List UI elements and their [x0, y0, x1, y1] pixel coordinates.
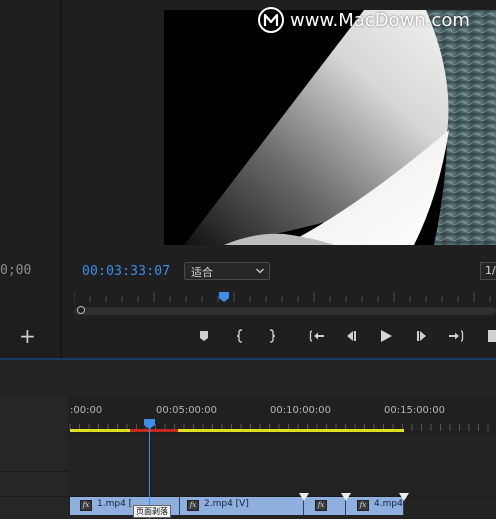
mark-out-icon: [269, 329, 276, 343]
track-v2[interactable]: [68, 471, 496, 497]
go-to-out-icon: [449, 330, 464, 342]
go-to-in-button[interactable]: [307, 326, 327, 346]
fx-badge: fx: [187, 500, 199, 511]
transition-marker-icon[interactable]: [299, 493, 309, 501]
resolution-dropdown[interactable]: 1/: [480, 262, 496, 280]
tooltip: 页面剥落: [133, 505, 171, 518]
export-frame-icon[interactable]: [488, 330, 496, 342]
ruler-label: 00:15:00:00: [384, 405, 446, 416]
add-marker-icon: [200, 331, 208, 341]
work-area-bar[interactable]: [70, 429, 404, 432]
go-to-in-icon: [309, 330, 324, 342]
clip-label: 2.mp4 [V]: [204, 499, 249, 509]
plus-icon[interactable]: +: [19, 326, 36, 346]
fx-badge: fx: [357, 500, 369, 511]
step-back-button[interactable]: [341, 326, 361, 346]
macdown-logo-icon: [258, 7, 284, 33]
ruler-label: :00:00: [70, 405, 103, 416]
watermark: www.MacDown.com: [258, 5, 470, 35]
chevron-down-icon: [256, 268, 264, 274]
video-preview: [164, 10, 496, 245]
fit-dropdown[interactable]: 适合: [184, 262, 270, 280]
ruler-label: 00:10:00:00: [270, 405, 332, 416]
mini-time-ruler[interactable]: [74, 290, 496, 304]
transition-marker-icon[interactable]: [341, 493, 351, 501]
playhead-icon[interactable]: [144, 419, 155, 429]
add-marker-button[interactable]: [194, 326, 214, 346]
track-header-v3[interactable]: [0, 446, 68, 472]
fit-label: 适合: [191, 266, 213, 279]
ruler-label: 00:05:00:00: [156, 405, 218, 416]
program-timecode[interactable]: 00:03:33:07: [82, 264, 170, 279]
zoom-scroll-bar[interactable]: [74, 307, 496, 315]
mark-in-button[interactable]: [230, 326, 250, 346]
watermark-text: www.MacDown.com: [290, 9, 470, 31]
mark-in-icon: [236, 329, 243, 343]
track-header-v2[interactable]: [0, 471, 68, 497]
fx-badge: fx: [80, 500, 92, 511]
render-bar-red: [130, 429, 178, 432]
source-timecode: 0;00: [0, 263, 32, 278]
page-peel-frame: [164, 10, 496, 245]
zoom-handle-left[interactable]: [77, 306, 85, 314]
go-to-out-button[interactable]: [446, 326, 466, 346]
resolution-label: 1/: [485, 264, 496, 277]
step-forward-icon: [417, 331, 426, 341]
fx-badge: fx: [315, 500, 327, 511]
step-back-icon: [347, 331, 356, 341]
mark-out-button[interactable]: [262, 326, 282, 346]
track-v3[interactable]: [68, 446, 496, 472]
step-forward-button[interactable]: [412, 326, 432, 346]
transition-marker-icon[interactable]: [399, 493, 409, 501]
play-icon: [381, 330, 392, 342]
clip-label: 1.mp4 [: [97, 499, 133, 509]
project-panel: [0, 0, 60, 358]
mini-playhead-icon: [219, 292, 229, 302]
play-button[interactable]: [376, 326, 396, 346]
